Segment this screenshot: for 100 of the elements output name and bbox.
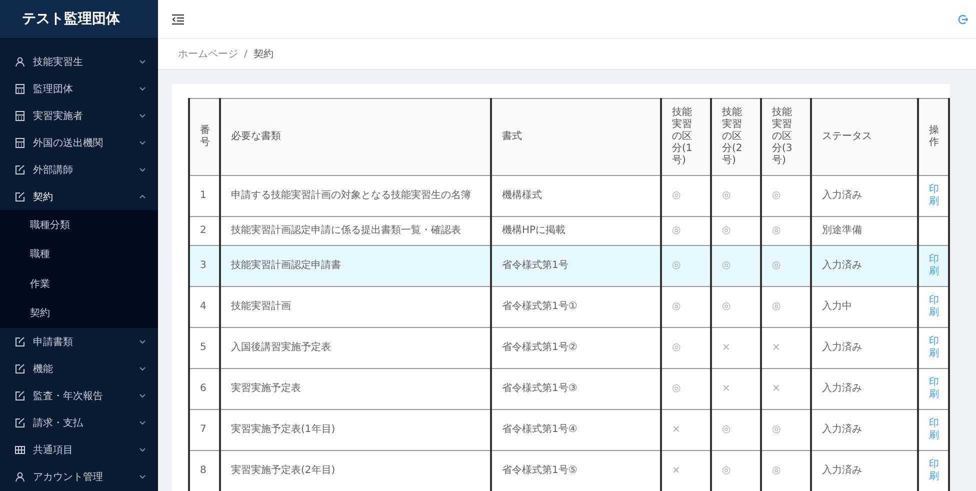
column-header: 番号: [189, 98, 220, 176]
table-cell: 7: [189, 410, 220, 450]
chevron-down-icon: [139, 365, 146, 372]
table-cell: 省令様式第1号③: [491, 368, 661, 410]
person-icon: [15, 56, 25, 66]
mark-cell: ◎: [711, 246, 761, 286]
chevron-down-icon: [139, 473, 146, 480]
mark-cell: ◎: [761, 246, 811, 286]
table-cell: 5: [189, 328, 220, 368]
mark-cell: ×: [761, 328, 811, 368]
table-cell: 実習実施予定表(1年目): [220, 410, 491, 450]
mark-cell: ×: [711, 328, 761, 368]
chevron-down-icon: [139, 112, 146, 119]
person-icon: [15, 472, 25, 482]
table-cell: 申請する技能実習計画の対象となる技能実習生の名簿: [220, 176, 491, 216]
calculator-icon: [15, 84, 25, 94]
column-header: ステータス: [811, 98, 918, 176]
table-cell: 機構様式: [491, 176, 661, 216]
chevron-down-icon: [139, 139, 146, 146]
calculator-icon: [15, 110, 25, 120]
sidebar-item[interactable]: 外国の送出機関: [0, 129, 158, 156]
sidebar-item[interactable]: 監理団体: [0, 75, 158, 102]
table-row[interactable]: 1 申請する技能実習計画の対象となる技能実習生の名簿 機構様式 ◎ ◎ ◎ 入力済み 印刷: [189, 176, 949, 216]
mark-cell: ×: [661, 410, 711, 450]
table-cell: 1: [189, 176, 220, 216]
column-header: 操作: [918, 98, 949, 176]
table-cell: 入力済み: [811, 328, 918, 368]
edit-icon: [15, 192, 25, 202]
mark-cell: ◎: [661, 176, 711, 216]
table-cell: 入力済み: [811, 368, 918, 410]
table-row[interactable]: 5 入国後講習実施予定表 省令様式第1号② ◎ × × 入力済み 印刷: [189, 328, 949, 368]
table-cell: 技能実習計画: [220, 286, 491, 328]
table-cell: 入国後講習実施予定表: [220, 328, 491, 368]
edit-icon: [15, 390, 25, 400]
sidebar-item[interactable]: 技能実習生: [0, 48, 158, 75]
sidebar-item[interactable]: 請求・支払: [0, 409, 158, 436]
calculator-icon: [15, 138, 25, 148]
edit-icon: [15, 418, 25, 428]
submenu-item[interactable]: 職種分類: [0, 210, 158, 240]
table-icon: [15, 444, 25, 454]
table-cell: 省令様式第1号④: [491, 410, 661, 450]
app-title: テスト監理団体: [22, 10, 120, 28]
table-cell: 入力中: [811, 286, 918, 328]
sidebar-item[interactable]: 外部講師: [0, 156, 158, 183]
menu-collapse-icon[interactable]: [172, 14, 184, 24]
submenu-item[interactable]: 作業: [0, 269, 158, 298]
mark-cell: ×: [761, 368, 811, 410]
table-cell: 入力済み: [811, 176, 918, 216]
sidebar-item[interactable]: アカウント管理: [0, 463, 158, 490]
mark-cell: ◎: [761, 410, 811, 450]
table-cell: 実習実施予定表: [220, 368, 491, 410]
chevron-down-icon: [139, 446, 146, 453]
column-header: 技能実習の区分(3号): [761, 98, 811, 176]
edit-icon: [15, 164, 25, 174]
column-header: 技能実習の区分(1号): [661, 98, 711, 176]
mark-cell: ◎: [711, 410, 761, 450]
table-row[interactable]: 3 技能実習計画認定申請書 省令様式第1号 ◎ ◎ ◎ 入力済み 印刷: [189, 246, 949, 286]
table-cell: 6: [189, 368, 220, 410]
sidebar-item[interactable]: 実習実施者: [0, 102, 158, 129]
chevron-up-icon: [139, 193, 146, 200]
mark-cell: ◎: [661, 246, 711, 286]
edit-icon: [15, 336, 25, 346]
breadcrumb-current: 契約: [253, 48, 274, 61]
mark-cell: ×: [711, 368, 761, 410]
column-header: 必要な書類: [220, 98, 491, 176]
table-cell: 省令様式第1号②: [491, 328, 661, 368]
breadcrumb-link[interactable]: ホームページ: [178, 47, 238, 61]
table-cell: 3: [189, 246, 220, 286]
table-row[interactable]: 4 技能実習計画 省令様式第1号① ◎ ◎ ◎ 入力中 印刷: [189, 286, 949, 328]
sidebar-item[interactable]: 監査・年次報告: [0, 382, 158, 409]
edit-icon: [15, 364, 25, 374]
sidebar-item[interactable]: 共通項目: [0, 436, 158, 463]
sidebar-item[interactable]: 機能: [0, 355, 158, 382]
mark-cell: ◎: [761, 286, 811, 328]
mark-cell: ◎: [761, 176, 811, 216]
column-header: 書式: [491, 98, 661, 176]
table-cell: 技能実習計画認定申請書: [220, 246, 491, 286]
table-row[interactable]: 6 実習実施予定表 省令様式第1号③ ◎ × × 入力済み 印刷: [189, 368, 949, 410]
mark-cell: ◎: [661, 368, 711, 410]
table-row[interactable]: 8 実習実施予定表(2年目) 省令様式第1号⑤ × ◎ ◎ 入力済み 印刷: [189, 450, 949, 491]
chevron-down-icon: [139, 419, 146, 426]
chevron-down-icon: [139, 166, 146, 173]
mark-cell: ◎: [661, 286, 711, 328]
mark-cell: ◎: [661, 328, 711, 368]
table-cell: 省令様式第1号①: [491, 286, 661, 328]
logout-icon[interactable]: [957, 14, 968, 24]
chevron-down-icon: [139, 338, 146, 345]
submenu-item[interactable]: 職種: [0, 240, 158, 269]
mark-cell: ◎: [711, 286, 761, 328]
submenu-item[interactable]: 契約: [0, 298, 158, 328]
breadcrumb-separator: /: [244, 48, 248, 60]
sidebar-item[interactable]: 契約: [0, 183, 158, 210]
chevron-down-icon: [139, 392, 146, 399]
chevron-down-icon: [139, 58, 146, 65]
table-cell: 8: [189, 450, 220, 491]
chevron-down-icon: [139, 85, 146, 92]
table-cell: 入力済み: [811, 410, 918, 450]
mark-cell: ◎: [711, 176, 761, 216]
table-row[interactable]: 7 実習実施予定表(1年目) 省令様式第1号④ × ◎ ◎ 入力済み 印刷: [189, 410, 949, 450]
sidebar-item[interactable]: 申請書類: [0, 328, 158, 355]
